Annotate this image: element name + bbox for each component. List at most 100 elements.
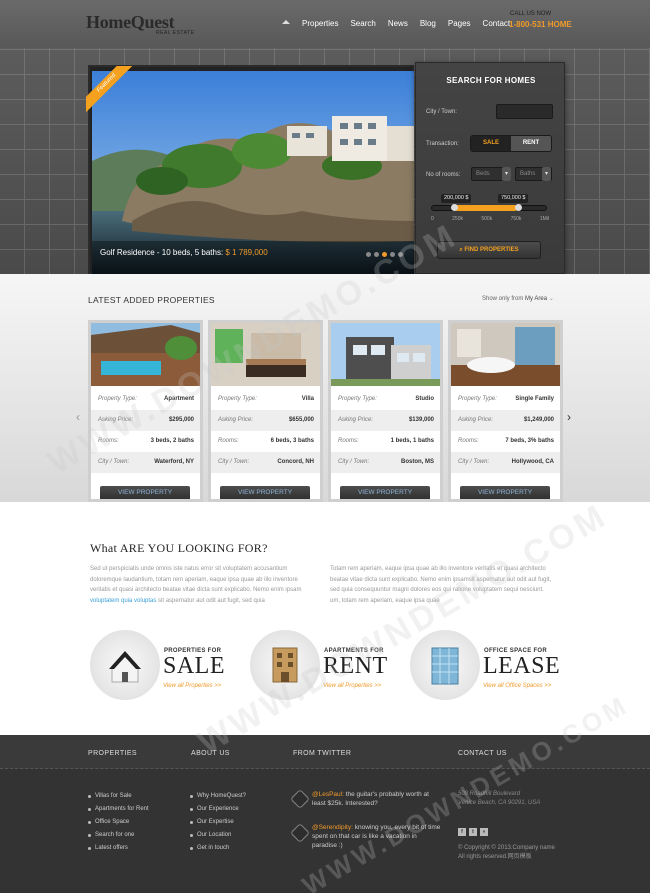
property-price-row: Asking Price: $1,249,000 (451, 410, 560, 431)
featured-slider[interactable] (88, 65, 414, 275)
slider-dots (366, 252, 403, 257)
looking-paragraph-1: Sed ut perspiciatis unde omnis iste natu… (90, 566, 302, 604)
footer-link[interactable]: Latest offers (88, 842, 149, 855)
nav-search[interactable]: Search (350, 19, 375, 28)
footer-link[interactable]: Our Location (190, 829, 246, 842)
footer-link[interactable]: Search for one (88, 829, 149, 842)
area-filter[interactable]: Show only from My Area ⌄ (482, 295, 554, 302)
footer-link[interactable]: Our Experience (190, 803, 246, 816)
property-photo[interactable] (451, 323, 560, 386)
logo-subtitle: REAL ESTATE (156, 30, 195, 36)
view-property-button[interactable]: VIEW PROPERTY (220, 486, 310, 499)
slider-dot[interactable] (382, 252, 387, 257)
main-nav: Properties Search News Blog Pages Contac… (282, 19, 510, 28)
view-property-button[interactable]: VIEW PROPERTY (460, 486, 550, 499)
property-price-value: $1,249,000 (523, 417, 554, 423)
footer-about-list: Why HomeQuest? Our Experience Our Expert… (190, 790, 246, 855)
next-arrow-icon[interactable]: › (567, 410, 571, 424)
transaction-toggle[interactable]: SALE RENT (470, 135, 552, 152)
property-type-label: Property Type: (458, 396, 497, 402)
nav-properties[interactable]: Properties (302, 19, 338, 28)
chevron-down-icon[interactable]: ▾ (542, 167, 551, 181)
property-city-value: Concord, NH (277, 459, 314, 465)
transaction-label: Transaction: (426, 141, 459, 147)
price-range-fill (454, 205, 518, 211)
property-price-value: $655,000 (288, 417, 314, 423)
property-price-label: Asking Price: (218, 417, 254, 423)
sale-option[interactable]: SALE (471, 136, 511, 151)
rss-icon[interactable]: » (480, 828, 488, 836)
property-rooms-value: 3 beds, 2 baths (150, 438, 194, 444)
nav-contact[interactable]: Contact (483, 19, 511, 28)
property-card[interactable]: Property Type: Studio Asking Price: $139,00… (328, 320, 443, 502)
footer-link[interactable]: Villas for Sale (88, 790, 149, 803)
home-icon[interactable] (282, 19, 290, 24)
footer-heading-twitter: FROM TWITTER (293, 750, 352, 757)
office-building-icon (410, 630, 480, 700)
footer-heading-properties: PROPERTIES (88, 750, 137, 757)
inline-link[interactable]: voluptatem quia voluptas (90, 598, 156, 604)
property-card[interactable]: Property Type: Villa Asking Price: $655,000… (208, 320, 323, 502)
contact-address: 509 Roadhill Boulevard Venice Beach, CA 9… (458, 791, 541, 806)
property-price-label: Asking Price: (458, 417, 494, 423)
tweet-handle[interactable]: @LesPaul: (312, 791, 344, 798)
slider-dot[interactable] (366, 252, 371, 257)
city-label: City / Town: (426, 109, 457, 115)
property-rooms-label: Rooms: (98, 438, 119, 444)
property-price-row: Asking Price: $655,000 (211, 410, 320, 431)
range-ticks: 0 250k 500k 750k 1Mil (431, 216, 549, 222)
slider-dot[interactable] (398, 252, 403, 257)
phone-number: 1-800-531 HOME (509, 20, 572, 29)
looking-paragraph-2: Totam rem aperiam, eaque ipsa quae ab il… (330, 566, 552, 604)
slider-dot[interactable] (390, 252, 395, 257)
property-card[interactable]: Property Type: Apartment Asking Price: $295… (88, 320, 203, 502)
range-max-handle[interactable] (515, 204, 522, 211)
footer-properties-list: Villas for Sale Apartments for Rent Offi… (88, 790, 149, 855)
slide-caption[interactable]: Golf Residence - 10 beds, 5 baths: $ 1 7… (100, 248, 268, 257)
find-properties-button[interactable]: ⌕ FIND PROPERTIES (437, 241, 541, 259)
footer-link[interactable]: Office Space (88, 816, 149, 829)
facebook-icon[interactable]: f (458, 828, 466, 836)
footer-link[interactable]: Get in touch (190, 842, 246, 855)
slide-price: $ 1 789,000 (225, 248, 268, 257)
nav-pages[interactable]: Pages (448, 19, 471, 28)
property-type-row: Property Type: Studio (331, 389, 440, 410)
property-city-row: City / Town: Hollywood, CA (451, 452, 560, 473)
prev-arrow-icon[interactable]: ‹ (76, 410, 80, 424)
twitter-icon[interactable]: t (469, 828, 477, 836)
slider-dot[interactable] (374, 252, 379, 257)
property-photo[interactable] (211, 323, 320, 386)
view-all-link[interactable]: View all Properties >> (163, 683, 221, 689)
footer-link[interactable]: Why HomeQuest? (190, 790, 246, 803)
city-input[interactable] (496, 104, 553, 119)
view-all-link[interactable]: View all Properties >> (323, 683, 381, 689)
tweet: @Serendipity: knowing you, every bit of … (312, 824, 441, 849)
rooms-label: No of rooms: (426, 172, 461, 178)
nav-blog[interactable]: Blog (420, 19, 436, 28)
property-photo[interactable] (91, 323, 200, 386)
chevron-down-icon[interactable]: ▾ (502, 167, 511, 181)
nav-news[interactable]: News (388, 19, 408, 28)
looking-title: What ARE YOU LOOKING FOR? (90, 541, 268, 555)
property-city-value: Hollywood, CA (511, 459, 554, 465)
property-photo[interactable] (331, 323, 440, 386)
property-price-value: $295,000 (168, 417, 194, 423)
property-rooms-label: Rooms: (458, 438, 479, 444)
property-rooms-value: 1 beds, 1 baths (390, 438, 434, 444)
property-type-value: Villa (301, 396, 314, 402)
property-card[interactable]: Property Type: Single Family Asking Price:… (448, 320, 563, 502)
property-city-value: Waterford, NY (154, 459, 194, 465)
property-type-value: Single Family (515, 396, 554, 402)
footer-link[interactable]: Apartments for Rent (88, 803, 149, 816)
view-property-button[interactable]: VIEW PROPERTY (100, 486, 190, 499)
latest-title: LATEST ADDED PROPERTIES (88, 295, 215, 305)
view-all-link[interactable]: View all Office Spaces >> (483, 683, 551, 689)
tweet-handle[interactable]: @Serendipity: (312, 824, 353, 831)
property-price-row: Asking Price: $139,000 (331, 410, 440, 431)
footer-link[interactable]: Our Expertise (190, 816, 246, 829)
property-rooms-label: Rooms: (218, 438, 239, 444)
view-property-button[interactable]: VIEW PROPERTY (340, 486, 430, 499)
property-city-label: City / Town: (218, 459, 250, 465)
property-type-value: Apartment (163, 396, 194, 402)
rent-option[interactable]: RENT (511, 136, 551, 151)
